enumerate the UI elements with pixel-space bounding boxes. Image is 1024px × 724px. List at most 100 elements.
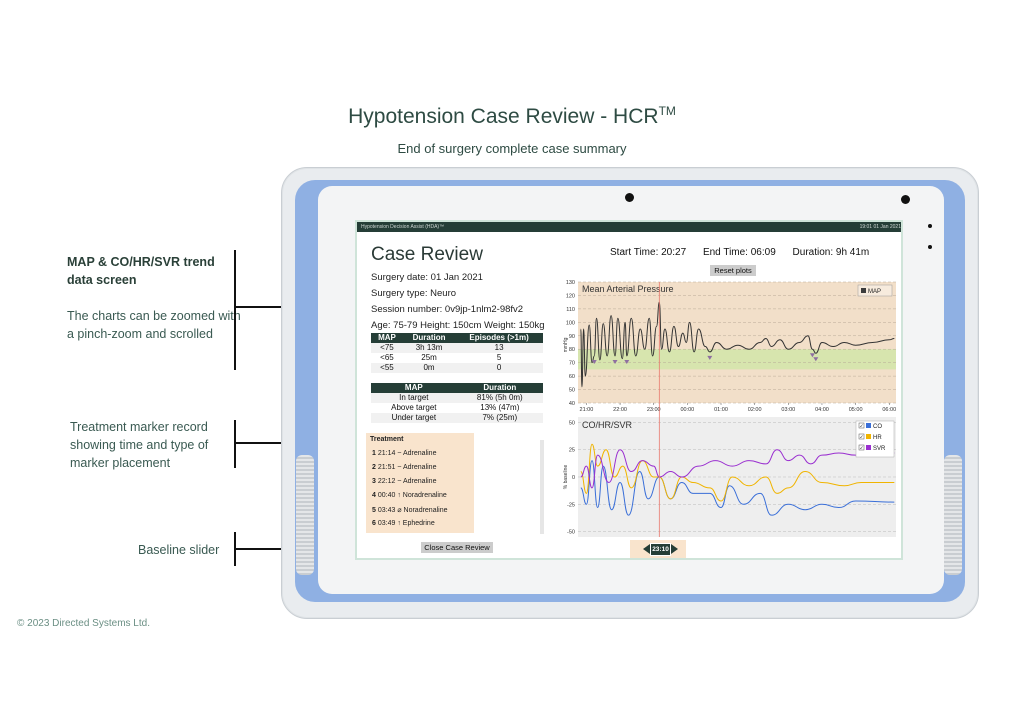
status-app-title: Hypotension Decision Assist (HDA)™ xyxy=(361,224,445,230)
table-cell: 3h 13m xyxy=(402,343,456,353)
demographics: Age: 75-79 Height: 150cm Weight: 150kg xyxy=(371,320,545,331)
session-times: Start Time: 20:27 End Time: 06:09 Durati… xyxy=(610,247,883,258)
y-tick-label: 50 xyxy=(569,388,575,394)
table-cell: 0m xyxy=(402,363,456,373)
treatment-item[interactable]: 3 22:12 ~ Adrenaline xyxy=(372,478,436,485)
y-tick-label: -25 xyxy=(567,502,575,508)
treatment-item[interactable]: 5 03:43 ⌀ Noradrenaline xyxy=(372,506,448,514)
slider-left-arrow-icon[interactable] xyxy=(643,544,650,554)
session-number: Session number: 0v9jp-1nlm2-98fv2 xyxy=(371,304,524,315)
treatment-item[interactable]: 1 21:14 ~ Adrenaline xyxy=(372,450,436,457)
page-subtitle: End of surgery complete case summary xyxy=(397,141,627,156)
x-tick-label: 00:00 xyxy=(680,407,694,413)
infusion-stop-icon: ⌀ xyxy=(397,507,402,514)
y-tick-label: 50 xyxy=(569,420,575,426)
legend-swatch-map xyxy=(861,288,866,293)
legend-label: SVR xyxy=(873,446,886,452)
table-cell: <75 xyxy=(371,343,403,353)
col-header: MAP xyxy=(371,333,403,343)
trend-charts[interactable]: 40 50 60 70 80 90 100 110 120 130 mmHg Mean Arteria… xyxy=(562,265,902,545)
col-header: Duration xyxy=(402,333,456,343)
close-case-review-button[interactable]: Close Case Review xyxy=(421,542,493,553)
infusion-up-icon: ↑ xyxy=(397,520,401,527)
y-tick-label: 110 xyxy=(566,307,575,313)
x-tick-label: 04:00 xyxy=(815,407,829,413)
treatment-panel[interactable]: Treatment 1 21:14 ~ Adrenaline 2 21:51 ~… xyxy=(366,433,474,533)
legend-swatch xyxy=(866,434,871,439)
slider-right-arrow-icon[interactable] xyxy=(671,544,678,554)
checkmark-icon: ✓ xyxy=(860,446,864,452)
x-tick-label: 22:00 xyxy=(613,407,627,413)
y-tick-label: 100 xyxy=(566,320,575,326)
case-review-title: Case Review xyxy=(371,244,483,265)
status-bar: Hypotension Decision Assist (HDA)™ 19:01… xyxy=(357,222,901,232)
table-cell: <55 xyxy=(371,363,403,373)
chart-title: Mean Arterial Pressure xyxy=(582,284,674,294)
end-time: End Time: 06:09 xyxy=(702,247,776,258)
table-cell: In target xyxy=(371,393,457,403)
checkmark-icon: ✓ xyxy=(860,424,864,430)
annotation-treatment: Treatment marker record showing time and… xyxy=(70,420,209,470)
page-title: Hypotension Case Review - HCRTM xyxy=(0,104,1024,129)
legend-swatch xyxy=(866,423,871,428)
treatment-time: 00:40 xyxy=(377,492,396,499)
table-row: <75 3h 13m 13 xyxy=(371,343,543,353)
legend-label: CO xyxy=(873,424,882,430)
table-cell: 25m xyxy=(421,353,437,362)
table-row: <55 0m 0 xyxy=(371,363,543,373)
baseline-slider-handle[interactable]: 23:10 xyxy=(650,543,671,556)
app-screen: Hypotension Decision Assist (HDA)™ 19:01… xyxy=(355,220,903,560)
treatment-number: 1 xyxy=(372,450,376,457)
y-axis-label: mmHg xyxy=(563,337,569,352)
y-tick-label: 60 xyxy=(569,374,575,380)
bolus-icon: ~ xyxy=(397,464,402,471)
camera-icon xyxy=(625,193,634,202)
treatment-drug: Adrenaline xyxy=(403,450,437,457)
y-tick-label: 25 xyxy=(569,448,575,454)
table-cell: 81% (5h 0m) xyxy=(456,393,543,403)
treatment-drug: Noradrenaline xyxy=(402,492,447,499)
sensor-icon xyxy=(928,245,932,249)
annotation-baseline: Baseline slider xyxy=(138,543,220,557)
treatment-scrollbar[interactable] xyxy=(540,440,544,534)
bolus-icon: ~ xyxy=(397,478,402,485)
x-tick-label: 23:00 xyxy=(647,407,661,413)
camera-icon xyxy=(901,195,910,204)
target-table: MAP Duration In target 81% (5h 0m) Above… xyxy=(371,383,543,423)
table-cell: <65 xyxy=(380,353,394,362)
start-time: Start Time: 20:27 xyxy=(610,247,687,258)
y-tick-label: 90 xyxy=(569,334,575,340)
treatment-time: 22:12 xyxy=(377,478,396,485)
annotation-map-heading: MAP & CO/HR/SVR trend data screen xyxy=(67,255,215,287)
surgery-date: Surgery date: 01 Jan 2021 xyxy=(371,272,483,283)
col-header: Episodes (>1m) xyxy=(455,333,543,343)
treatment-time: 03:43 xyxy=(377,507,396,514)
treatment-item[interactable]: 4 00:40 ↑ Noradrenaline xyxy=(372,492,447,499)
treatment-drug: Noradrenaline xyxy=(403,507,448,514)
x-tick-label: 21:00 xyxy=(580,407,594,413)
annotation-map: MAP & CO/HR/SVR trend data screen The ch… xyxy=(67,253,242,343)
table-cell: Under target xyxy=(371,413,457,423)
surgery-type: Surgery type: Neuro xyxy=(371,288,457,299)
treatment-time: 03:49 xyxy=(377,520,396,527)
legend-swatch xyxy=(866,445,871,450)
duration: Duration: 9h 41m xyxy=(792,247,870,258)
table-cell: 13% (47m) xyxy=(480,403,520,412)
legend-label: MAP xyxy=(868,289,881,295)
table-cell: Above target xyxy=(391,403,437,412)
treatment-number: 4 xyxy=(372,492,376,499)
treatment-number: 2 xyxy=(372,464,376,471)
treatment-item[interactable]: 6 03:49 ↑ Ephedrine xyxy=(372,520,435,527)
table-row: In target 81% (5h 0m) xyxy=(371,393,543,403)
treatment-number: 5 xyxy=(372,507,376,514)
treatment-item[interactable]: 2 21:51 ~ Adrenaline xyxy=(372,464,436,471)
treatment-title: Treatment xyxy=(370,436,404,443)
y-tick-label: -50 xyxy=(567,530,575,536)
y-tick-label: 70 xyxy=(569,361,575,367)
x-tick-label: 02:00 xyxy=(748,407,762,413)
annotation-map-body: The charts can be zoomed with a pinch-zo… xyxy=(67,309,241,341)
chart-title: CO/HR/SVR xyxy=(582,420,633,430)
treatment-drug: Adrenaline xyxy=(403,478,437,485)
x-tick-label: 05:00 xyxy=(849,407,863,413)
x-tick-label: 01:00 xyxy=(714,407,728,413)
